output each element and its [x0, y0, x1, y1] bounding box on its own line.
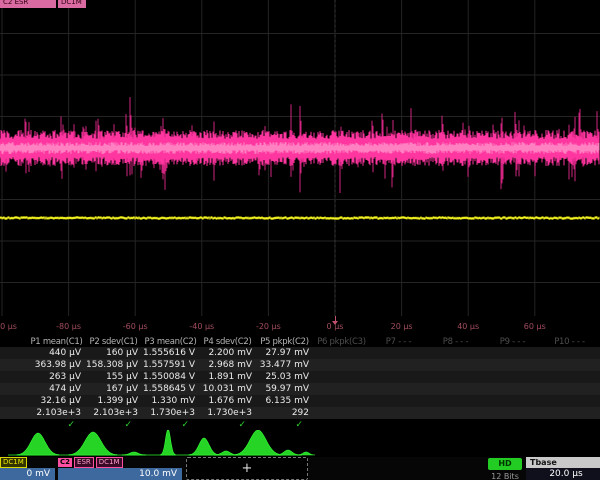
measure-value: 474 µV [28, 384, 85, 394]
measure-value: 1.557591 V [142, 360, 199, 370]
channel-descriptor-c2[interactable]: C2 ESR DC1M 10.0 mV [58, 457, 182, 480]
status-check-icon: ✓ [142, 420, 199, 430]
measure-value: 33.477 mV [256, 360, 313, 370]
time-tick-label: 60 µs [524, 322, 546, 331]
measure-value: 167 µV [85, 384, 142, 394]
measure-value: 292 [256, 408, 313, 418]
measure-value: 1.558645 V [142, 384, 199, 394]
measure-header-9[interactable]: P9 - - - [484, 337, 541, 347]
measure-value: 1.330 mV [142, 396, 199, 406]
measure-value: 6.135 mV [256, 396, 313, 406]
histogram-peak [122, 452, 146, 455]
measure-header-4[interactable]: P4 sdev(C2) [199, 337, 256, 347]
time-tick-label: 40 µs [457, 322, 479, 331]
status-check-icon: ✓ [199, 420, 256, 430]
measure-value: 2.103e+3 [85, 408, 142, 418]
timebase-descriptor[interactable]: Tbase 20.0 µs [526, 457, 600, 480]
measure-status-row: ✓✓✓✓✓ [0, 419, 600, 430]
c1-coupling-tag: DC1M [0, 457, 27, 468]
status-check-icon: ✓ [85, 420, 142, 430]
measure-value: 158.308 µV [85, 360, 142, 370]
time-tick-label: -20 µs [256, 322, 281, 331]
timebase-value: 20.0 µs [526, 468, 600, 480]
measure-header-1[interactable]: P1 mean(C1) [28, 337, 85, 347]
timebase-title: Tbase [526, 457, 600, 468]
measure-row: 474 µV167 µV1.558645 V10.031 mV59.97 mV [0, 383, 600, 395]
measure-value: 155 µV [85, 372, 142, 382]
measure-value: 440 µV [28, 348, 85, 358]
histogram-peak [161, 430, 176, 455]
measure-header-10[interactable]: P10 - - - [541, 337, 598, 347]
measure-header-8[interactable]: P8 - - - [427, 337, 484, 347]
channel-descriptor-c1[interactable]: DC1M 0 mV [0, 457, 55, 480]
oscilloscope-screen: C2 ESR DC1M -100 µs -80 µs -60 µs -40 µs -20… [0, 0, 600, 480]
trace-descriptor-badge-coupling[interactable]: DC1M [58, 0, 86, 8]
status-check-icon: ✓ [28, 420, 85, 430]
measure-value: 1.399 µV [85, 396, 142, 406]
measure-header-7[interactable]: P7 - - - [370, 337, 427, 347]
measure-value: 25.03 mV [256, 372, 313, 382]
timebase-axis: -100 µs -80 µs -60 µs -40 µs -20 µs 0 µs 20 µs… [0, 316, 600, 336]
histogram-peak [276, 450, 300, 455]
measure-value: 1.676 mV [199, 396, 256, 406]
histogram-peak [17, 433, 59, 455]
measure-row: 2.103e+32.103e+31.730e+31.730e+3292 [0, 407, 600, 419]
c2-coupling-tag: DC1M [96, 457, 123, 468]
measurement-table: P1 mean(C1)P2 sdev(C1)P3 mean(C2)P4 sdev… [0, 336, 600, 430]
measure-value: 2.103e+3 [28, 408, 85, 418]
time-tick-label: 0 µs [327, 322, 344, 331]
measure-value: 2.200 mV [199, 348, 256, 358]
measure-value: 27.97 mV [256, 348, 313, 358]
measure-value: 32.16 µV [28, 396, 85, 406]
measure-row: 263 µV155 µV1.550084 V1.891 mV25.03 mV [0, 371, 600, 383]
histogram-peak [297, 452, 315, 455]
histogram-peak [214, 451, 238, 455]
measure-value: 1.730e+3 [199, 408, 256, 418]
c1-vertical-scale: 0 mV [0, 468, 55, 480]
measure-value: 2.968 mV [199, 360, 256, 370]
hd-bits-label: 12 Bits [482, 472, 528, 480]
measure-header-row: P1 mean(C1)P2 sdev(C1)P3 mean(C2)P4 sdev… [0, 336, 600, 347]
bottom-toolbar: DC1M 0 mV C2 ESR DC1M 10.0 mV + HD 12 Bi… [0, 457, 600, 480]
time-tick-label: -100 µs [0, 322, 17, 331]
measure-row: 440 µV160 µV1.555616 V2.200 mV27.97 mV [0, 347, 600, 359]
measure-header-3[interactable]: P3 mean(C2) [142, 337, 199, 347]
measure-value: 59.97 mV [256, 384, 313, 394]
add-trace-button[interactable]: + [186, 457, 308, 480]
hd-mode-badge[interactable]: HD [488, 458, 522, 470]
measurement-histogram [0, 430, 600, 457]
time-tick-label: 20 µs [391, 322, 413, 331]
measure-header-5[interactable]: P5 pkpk(C2) [256, 337, 313, 347]
c2-vertical-scale: 10.0 mV [58, 468, 182, 480]
c2-label-tag: C2 [58, 458, 72, 467]
measure-row: 363.98 µV158.308 µV1.557591 V2.968 mV33.… [0, 359, 600, 371]
measure-row: 32.16 µV1.399 µV1.330 mV1.676 mV6.135 mV [0, 395, 600, 407]
histogram-peak [69, 432, 117, 455]
measure-value: 10.031 mV [199, 384, 256, 394]
histogram-peak [189, 438, 219, 455]
c2-esr-tag: ESR [74, 457, 94, 468]
measure-value: 1.555616 V [142, 348, 199, 358]
measure-value: 160 µV [85, 348, 142, 358]
measure-value: 1.730e+3 [142, 408, 199, 418]
trace-descriptor-badge-c2[interactable]: C2 ESR [0, 0, 56, 8]
time-tick-label: -60 µs [123, 322, 148, 331]
status-check-icon: ✓ [256, 420, 313, 430]
measure-value: 263 µV [28, 372, 85, 382]
histogram-peak [234, 430, 282, 455]
time-tick-label: -80 µs [56, 322, 81, 331]
waveform-grid: C2 ESR DC1M [0, 0, 600, 317]
time-tick-label: -40 µs [189, 322, 214, 331]
measure-value: 1.550084 V [142, 372, 199, 382]
measure-value: 1.891 mV [199, 372, 256, 382]
measure-value: 363.98 µV [28, 360, 85, 370]
waveform-traces [0, 0, 600, 316]
measure-header-6[interactable]: P6 pkpk(C3) [313, 337, 370, 347]
measure-header-2[interactable]: P2 sdev(C1) [85, 337, 142, 347]
